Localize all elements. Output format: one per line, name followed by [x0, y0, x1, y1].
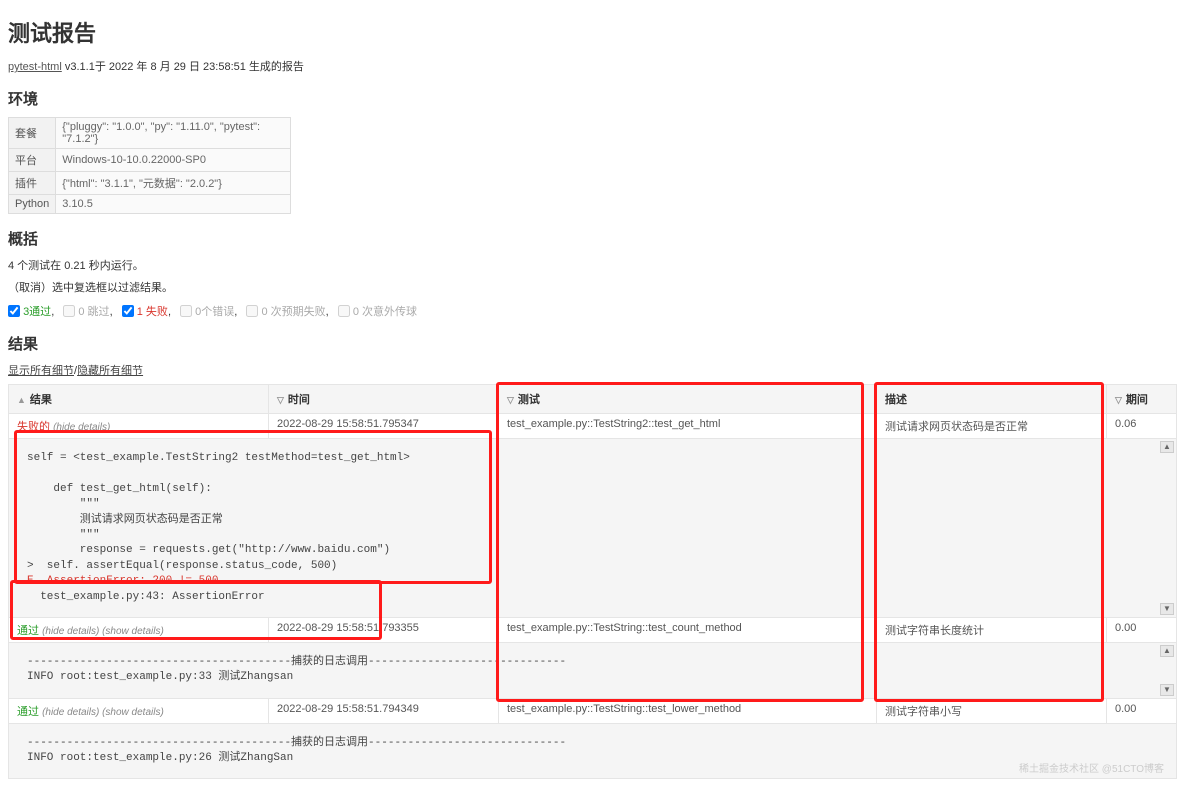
env-key: 平台 [9, 149, 56, 172]
scroll-down-icon[interactable]: ▼ [1160, 684, 1174, 696]
toggle-links: 显示所有细节/隐藏所有细节 [8, 362, 1176, 378]
desc-cell: 测试字符串长度统计 [877, 617, 1107, 642]
table-row: 失败的 (hide details) 2022-08-29 15:58:51.7… [9, 414, 1177, 439]
log-output: ----------------------------------------… [17, 647, 1168, 694]
filter-xp-checkbox[interactable] [338, 305, 350, 317]
col-time-header[interactable]: ▽时间 [269, 385, 499, 414]
filter-xf-checkbox[interactable] [246, 305, 258, 317]
desc-cell: 测试请求网页状态码是否正常 [877, 414, 1107, 439]
time-cell: 2022-08-29 15:58:51.795347 [269, 414, 499, 439]
filter-line: 3通过, 0 跳过, 1 失败, 0个错误, 0 次预期失败, 0 次意外传球 [8, 303, 1176, 319]
filter-pass-checkbox[interactable] [8, 305, 20, 317]
detail-toggle[interactable]: (hide details) (show details) [42, 707, 164, 718]
time-cell: 2022-08-29 15:58:51.793355 [269, 617, 499, 642]
env-key: 插件 [9, 172, 56, 195]
hide-all-link[interactable]: 隐藏所有细节 [77, 365, 143, 377]
col-dur-header[interactable]: ▽期间 [1107, 385, 1177, 414]
scroll-up-icon[interactable]: ▲ [1160, 645, 1174, 657]
sort-asc-icon: ▲ [17, 395, 26, 405]
filter-skip-checkbox[interactable] [63, 305, 75, 317]
test-cell: test_example.py::TestString::test_count_… [499, 617, 877, 642]
summary-heading: 概括 [8, 228, 1176, 249]
test-cell: test_example.py::TestString2::test_get_h… [499, 414, 877, 439]
filter-pass-label: 3通过 [23, 306, 51, 318]
page-title: 测试报告 [8, 16, 1176, 48]
time-cell: 2022-08-29 15:58:51.794349 [269, 698, 499, 723]
env-heading: 环境 [8, 88, 1176, 109]
log-output: self = <test_example.TestString2 testMet… [17, 443, 1168, 613]
sort-icon: ▽ [507, 395, 514, 405]
desc-cell: 测试字符串小写 [877, 698, 1107, 723]
col-result-header[interactable]: ▲结果 [9, 385, 269, 414]
dur-cell: 0.00 [1107, 698, 1177, 723]
watermark: 稀土掘金技术社区 @51CTO博客 [1019, 760, 1164, 775]
generated-text: v3.1.1于 2022 年 8 月 29 日 23:58:51 生成的报告 [65, 61, 304, 73]
log-row: ----------------------------------------… [9, 642, 1177, 698]
detail-toggle[interactable]: (hide details) [53, 422, 110, 433]
filter-xp-label: 0 次意外传球 [353, 306, 417, 318]
filter-skip-label: 0 跳过 [78, 306, 109, 318]
filter-err-checkbox[interactable] [180, 305, 192, 317]
sort-icon: ▽ [277, 395, 284, 405]
pytest-html-link[interactable]: pytest-html [8, 61, 62, 73]
col-test-header[interactable]: ▽测试 [499, 385, 877, 414]
scroll-up-icon[interactable]: ▲ [1160, 441, 1174, 453]
filter-err-label: 0个错误 [195, 306, 234, 318]
log-output: ----------------------------------------… [17, 728, 1168, 775]
env-val: Windows-10-10.0.22000-SP0 [56, 149, 291, 172]
test-cell: test_example.py::TestString::test_lower_… [499, 698, 877, 723]
col-desc-header[interactable]: 描述 [877, 385, 1107, 414]
env-val: 3.10.5 [56, 195, 291, 214]
result-label: 通过 [17, 706, 39, 718]
dur-cell: 0.06 [1107, 414, 1177, 439]
results-table: ▲结果 ▽时间 ▽测试 描述 ▽期间 失败的 (hide details) 20… [8, 384, 1177, 779]
dur-cell: 0.00 [1107, 617, 1177, 642]
results-heading: 结果 [8, 333, 1176, 354]
log-row: self = <test_example.TestString2 testMet… [9, 439, 1177, 618]
sort-icon: ▽ [1115, 395, 1122, 405]
filter-xf-label: 0 次预期失败 [261, 306, 325, 318]
detail-toggle[interactable]: (hide details) (show details) [42, 626, 164, 637]
env-key: Python [9, 195, 56, 214]
generated-line: pytest-html v3.1.1于 2022 年 8 月 29 日 23:5… [8, 58, 1176, 74]
scroll-down-icon[interactable]: ▼ [1160, 603, 1174, 615]
filter-fail-checkbox[interactable] [122, 305, 134, 317]
env-val: {"pluggy": "1.0.0", "py": "1.11.0", "pyt… [56, 118, 291, 149]
log-row: ----------------------------------------… [9, 723, 1177, 779]
env-table: 套餐{"pluggy": "1.0.0", "py": "1.11.0", "p… [8, 117, 291, 214]
table-row: 通过 (hide details) (show details) 2022-08… [9, 698, 1177, 723]
summary-filter-hint: （取消）选中复选框以过滤结果。 [8, 279, 1176, 295]
env-val: {"html": "3.1.1", "元数据": "2.0.2"} [56, 172, 291, 195]
filter-fail-label: 1 失败 [137, 306, 168, 318]
table-row: 通过 (hide details) (show details) 2022-08… [9, 617, 1177, 642]
show-all-link[interactable]: 显示所有细节 [8, 365, 74, 377]
result-label: 通过 [17, 625, 39, 637]
result-label: 失败的 [17, 421, 50, 433]
summary-run-line: 4 个测试在 0.21 秒内运行。 [8, 257, 1176, 273]
env-key: 套餐 [9, 118, 56, 149]
